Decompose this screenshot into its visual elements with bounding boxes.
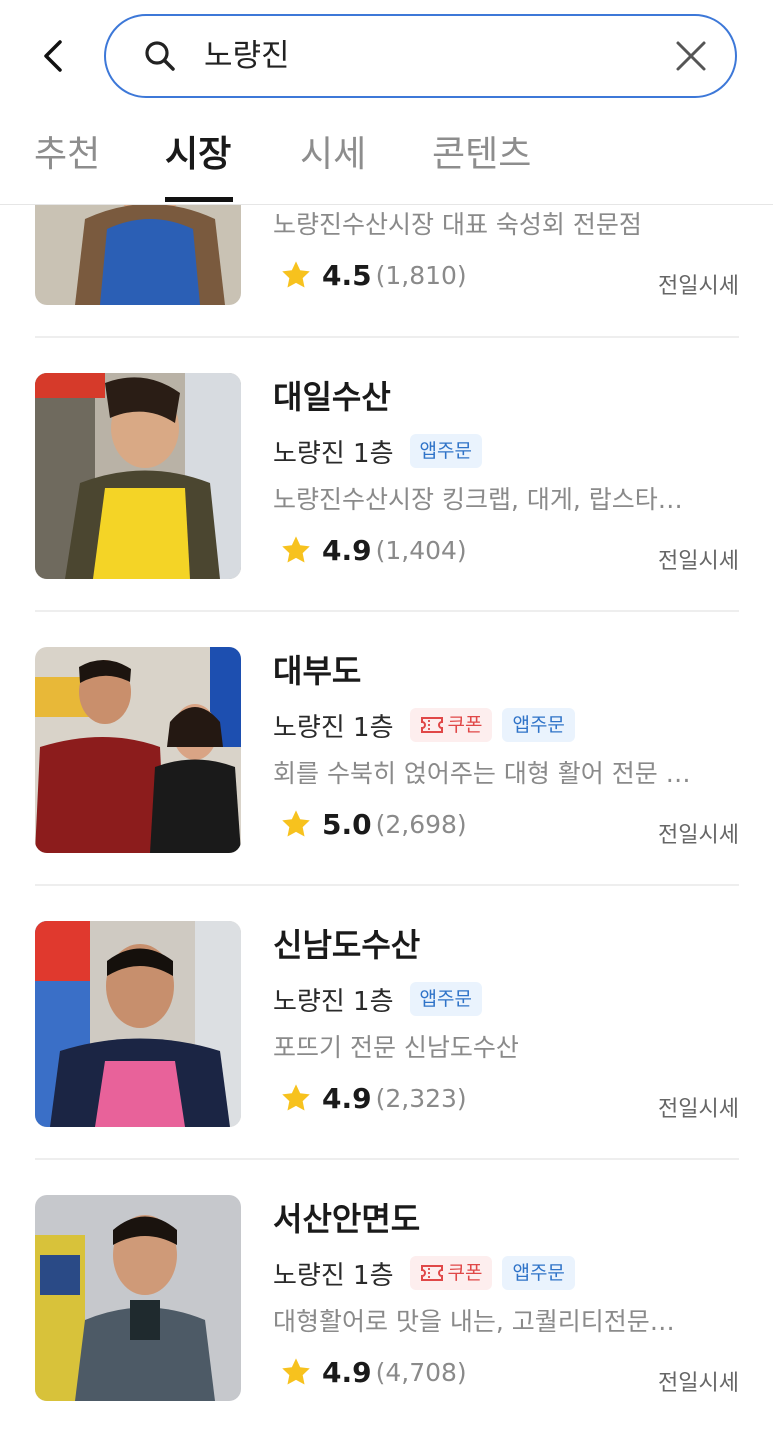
rating-score: 4.9 <box>322 1081 372 1115</box>
search-bar[interactable]: 노량진 <box>104 14 737 98</box>
tab-bar: 추천 시장 시세 콘텐츠 <box>0 128 773 204</box>
shop-name: 신남도수산 <box>273 926 421 964</box>
star-icon <box>282 1084 310 1111</box>
shop-description: 대형활어로 맛을 내는, 고퀄리티전문… <box>273 1307 675 1336</box>
tab-recommend[interactable]: 추천 <box>34 130 100 180</box>
shop-meta: 노량진 1층 앱주문 <box>273 979 492 1019</box>
shop-name: 대부도 <box>273 652 362 690</box>
tab-contents[interactable]: 콘텐츠 <box>432 130 531 180</box>
active-tab-indicator <box>165 197 233 202</box>
app-order-badge: 앱주문 <box>502 1256 575 1290</box>
review-count: (2,323) <box>375 1083 467 1113</box>
coupon-badge: 쿠폰 <box>409 708 493 742</box>
previous-price-link[interactable]: 전일시세 <box>658 1365 739 1397</box>
shop-description: 회를 수북히 얹어주는 대형 활어 전문 … <box>273 759 691 788</box>
app-order-badge: 앱주문 <box>502 708 575 742</box>
shop-photo <box>35 647 241 853</box>
shop-location: 노량진 1층 <box>273 1260 394 1291</box>
star-icon <box>282 1358 310 1385</box>
tab-price[interactable]: 시세 <box>300 130 366 180</box>
previous-price-link[interactable]: 전일시세 <box>658 543 739 575</box>
coupon-icon <box>420 717 443 733</box>
search-input[interactable]: 노량진 <box>204 36 290 76</box>
shop-description: 포뜨기 전문 신남도수산 <box>273 1033 519 1062</box>
rating-score: 5.0 <box>322 807 372 841</box>
shop-meta: 노량진 1층 쿠폰 앱주문 <box>273 1253 585 1293</box>
previous-price-link[interactable]: 전일시세 <box>658 817 739 849</box>
list-item[interactable]: 서산안면도 노량진 1층 쿠폰 앱주문 대형활어로 맛을 내는, 고퀄리티전문…… <box>0 1159 773 1433</box>
tab-market[interactable]: 시장 <box>165 130 231 180</box>
back-arrow-icon[interactable] <box>38 36 70 76</box>
shop-meta: 노량진 1층 앱주문 <box>273 431 492 471</box>
shop-location: 노량진 1층 <box>273 438 394 469</box>
list-item[interactable]: 대일수산 노량진 1층 앱주문 노량진수산시장 킹크랩, 대게, 랍스타… 4.… <box>0 337 773 611</box>
star-icon <box>282 261 310 288</box>
close-icon[interactable] <box>673 38 709 74</box>
rating-score: 4.5 <box>322 258 372 292</box>
rating: 4.5 (1,810) <box>280 255 467 295</box>
coupon-icon <box>420 1265 443 1281</box>
search-icon <box>145 41 175 71</box>
review-count: (2,698) <box>375 809 467 839</box>
review-count: (1,404) <box>375 535 467 565</box>
list-item[interactable]: 대부도 노량진 1층 쿠폰 앱주문 회를 수북히 얹어주는 대형 활어 전문 …… <box>0 611 773 885</box>
star-icon <box>282 810 310 837</box>
previous-price-link[interactable]: 전일시세 <box>658 1091 739 1123</box>
star-icon <box>282 536 310 563</box>
coupon-label: 쿠폰 <box>447 1262 483 1284</box>
shop-description: 노량진수산시장 킹크랩, 대게, 랍스타… <box>273 485 683 514</box>
coupon-badge: 쿠폰 <box>409 1256 493 1290</box>
shop-location: 노량진 1층 <box>273 986 394 1017</box>
review-count: (4,708) <box>375 1357 467 1387</box>
previous-price-link[interactable]: 전일시세 <box>658 268 739 300</box>
app-order-badge: 앱주문 <box>409 434 482 468</box>
rating-score: 4.9 <box>322 1355 372 1389</box>
header: 노량진 추천 시장 시세 콘텐츠 <box>0 0 773 205</box>
rating: 4.9 (4,708) <box>280 1352 467 1392</box>
shop-photo <box>35 1195 241 1401</box>
shop-name: 서산안면도 <box>273 1200 421 1238</box>
rating: 5.0 (2,698) <box>280 804 467 844</box>
shop-name: 대일수산 <box>273 378 391 416</box>
review-count: (1,810) <box>375 260 467 290</box>
shop-location: 노량진 1층 <box>273 712 394 743</box>
rating-score: 4.9 <box>322 533 372 567</box>
rating: 4.9 (2,323) <box>280 1078 467 1118</box>
shop-photo <box>35 373 241 579</box>
coupon-label: 쿠폰 <box>447 714 483 736</box>
rating: 4.9 (1,404) <box>280 530 467 570</box>
shop-description: 노량진수산시장 대표 숙성회 전문점 <box>273 210 642 239</box>
shop-meta: 노량진 1층 쿠폰 앱주문 <box>273 705 585 745</box>
list-item[interactable]: 신남도수산 노량진 1층 앱주문 포뜨기 전문 신남도수산 4.9 (2,323… <box>0 885 773 1159</box>
app-order-badge: 앱주문 <box>409 982 482 1016</box>
shop-photo <box>35 921 241 1127</box>
